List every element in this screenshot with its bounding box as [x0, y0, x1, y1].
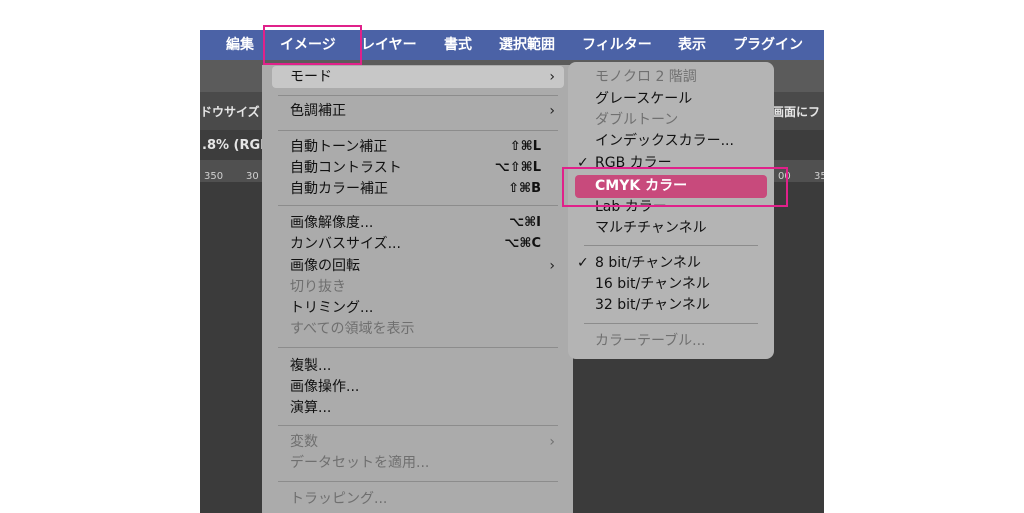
menu-item-trim[interactable]: トリミング...	[290, 297, 373, 319]
menu-type[interactable]: 書式	[444, 30, 472, 60]
mode-item-8bit[interactable]: 8 bit/チャンネル	[595, 252, 701, 274]
menu-item-apply-image[interactable]: 画像操作...	[290, 376, 359, 398]
document-size-option[interactable]: ドウサイズ	[200, 103, 260, 120]
submenu-arrow-icon: ›	[549, 69, 555, 85]
menu-item-mode[interactable]: モード	[290, 66, 332, 88]
cmyk-callout	[562, 167, 788, 207]
menu-item-auto-tone[interactable]: 自動トーン補正	[290, 136, 387, 158]
menu-select[interactable]: 選択範囲	[499, 30, 555, 60]
menu-item-variables: 変数	[290, 434, 318, 450]
menu-filter[interactable]: フィルター	[582, 30, 652, 60]
shortcut-auto-contrast: ⌥⇧⌘L	[494, 160, 541, 175]
mode-item-duotone: ダブルトーン	[595, 112, 679, 128]
submenu-arrow-icon: ›	[549, 103, 555, 119]
menu-item-duplicate[interactable]: 複製...	[290, 355, 331, 377]
mode-submenu: モノクロ 2 階調 グレースケール ダブルトーン インデックスカラー... ✓ …	[568, 62, 774, 359]
mode-item-32bit[interactable]: 32 bit/チャンネル	[595, 294, 710, 316]
ruler-tick-label: 35	[814, 171, 824, 182]
shortcut-auto-tone: ⇧⌘L	[509, 139, 541, 154]
menu-separator	[584, 323, 758, 324]
photoshop-window: 編集 イメージ レイヤー 書式 選択範囲 フィルター 表示 プラグイン ドウサイ…	[200, 30, 824, 513]
menu-separator	[278, 205, 558, 206]
mode-item-color-table: カラーテーブル...	[595, 333, 706, 349]
menu-plugins[interactable]: プラグイン	[733, 30, 803, 60]
menu-separator	[278, 130, 558, 131]
menu-item-calculations[interactable]: 演算...	[290, 397, 331, 419]
menu-layer[interactable]: レイヤー	[361, 30, 417, 60]
menu-edit[interactable]: 編集	[226, 30, 254, 60]
menu-separator	[278, 481, 558, 482]
menu-item-auto-contrast[interactable]: 自動コントラスト	[290, 157, 402, 179]
mode-item-grayscale[interactable]: グレースケール	[595, 88, 692, 110]
menu-separator	[278, 425, 558, 426]
submenu-arrow-icon: ›	[549, 258, 555, 274]
menu-separator	[584, 245, 758, 246]
menu-item-trap: トラッピング...	[290, 491, 388, 507]
checkmark-icon: ✓	[577, 255, 589, 271]
ruler-tick-label: 30	[246, 171, 259, 182]
submenu-arrow-icon: ›	[549, 434, 555, 450]
shortcut-canvas-size: ⌥⌘C	[504, 236, 541, 251]
mode-item-16bit[interactable]: 16 bit/チャンネル	[595, 273, 710, 295]
image-menu-dropdown: モード › 色調補正 › 自動トーン補正 ⇧⌘L 自動コントラスト ⌥⇧⌘L 自…	[262, 65, 573, 513]
menu-item-image-size[interactable]: 画像解像度...	[290, 212, 373, 234]
fit-screen-option[interactable]: 画面にフ	[772, 103, 820, 120]
menu-item-canvas-size[interactable]: カンバスサイズ...	[290, 233, 401, 255]
menu-item-auto-color[interactable]: 自動カラー補正	[290, 178, 388, 200]
mode-item-multichannel[interactable]: マルチチャンネル	[595, 217, 707, 239]
document-tab[interactable]: .8% (RGB	[202, 138, 270, 153]
menu-separator	[278, 95, 558, 96]
menu-item-apply-dataset: データセットを適用...	[290, 455, 430, 471]
ruler-tick-label: 350	[204, 171, 224, 182]
menu-item-reveal-all: すべての領域を表示	[290, 321, 415, 337]
mode-item-bitmap: モノクロ 2 階調	[595, 69, 697, 85]
menu-view[interactable]: 表示	[678, 30, 706, 60]
menu-separator	[278, 347, 558, 348]
shortcut-auto-color: ⇧⌘B	[508, 181, 541, 196]
image-menu-callout	[263, 25, 362, 65]
menu-item-image-rotation[interactable]: 画像の回転	[290, 255, 360, 277]
shortcut-image-size: ⌥⌘I	[509, 215, 541, 230]
menu-item-crop: 切り抜き	[290, 279, 346, 295]
mode-item-indexed[interactable]: インデックスカラー...	[595, 130, 734, 152]
menu-item-adjustments[interactable]: 色調補正	[290, 100, 346, 122]
